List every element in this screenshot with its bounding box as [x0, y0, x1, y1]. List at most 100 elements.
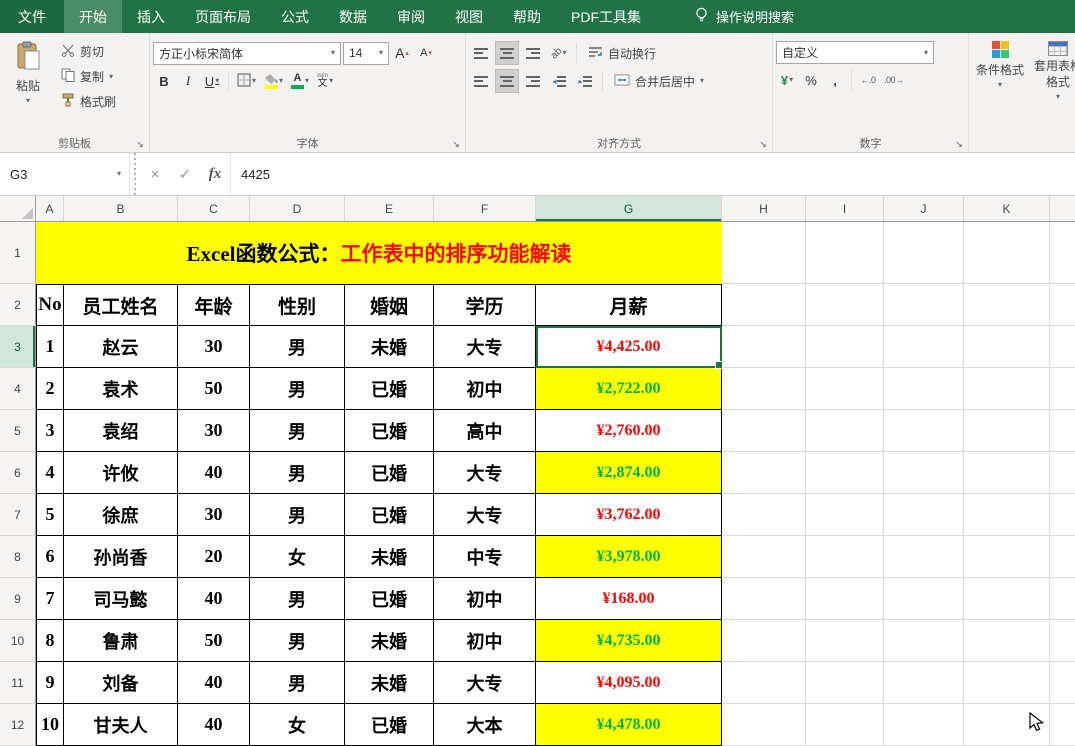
header-cell-学历[interactable]: 学历: [434, 284, 536, 326]
cell-L9[interactable]: [1050, 578, 1075, 620]
tab-公式[interactable]: 公式: [266, 0, 324, 33]
cell-D9[interactable]: 男: [250, 578, 345, 620]
align-left-icon[interactable]: [469, 69, 493, 93]
row-header-11[interactable]: 11: [0, 662, 36, 704]
cell-A12[interactable]: 10: [36, 704, 64, 746]
cell-A6[interactable]: 4: [36, 452, 64, 494]
tab-页面布局[interactable]: 页面布局: [180, 0, 266, 33]
cell-K10[interactable]: [964, 620, 1050, 662]
row-header-6[interactable]: 6: [0, 452, 36, 494]
column-header-D[interactable]: D: [250, 196, 345, 221]
cell-A7[interactable]: 5: [36, 494, 64, 536]
font-size-combo[interactable]: 14 ▾: [343, 41, 389, 65]
cell-F6[interactable]: 大专: [434, 452, 536, 494]
cell-L1[interactable]: [1050, 222, 1075, 284]
row-header-1[interactable]: 1: [0, 222, 36, 284]
cell-H5[interactable]: [722, 410, 806, 452]
phonetic-guide-button[interactable]: wén 文 ▾: [314, 69, 336, 93]
italic-button[interactable]: I: [177, 69, 199, 93]
header-cell-No[interactable]: No: [36, 284, 64, 326]
font-name-combo[interactable]: 方正小标宋简体 ▾: [153, 41, 341, 65]
cell-J10[interactable]: [884, 620, 964, 662]
cell-K1[interactable]: [964, 222, 1050, 284]
formula-bar-resize-handle[interactable]: [130, 153, 140, 195]
cell-F12[interactable]: 大本: [434, 704, 536, 746]
cell-C7[interactable]: 30: [178, 494, 250, 536]
cell-G8[interactable]: ¥3,978.00: [536, 536, 722, 578]
bold-button[interactable]: B: [153, 69, 175, 93]
name-box[interactable]: G3 ▾: [0, 153, 130, 195]
column-header-partial[interactable]: [1050, 196, 1075, 221]
cell-H1[interactable]: [722, 222, 806, 284]
grow-font-button[interactable]: A ▴: [391, 41, 413, 65]
cell-L2[interactable]: [1050, 284, 1075, 326]
cell-K5[interactable]: [964, 410, 1050, 452]
row-header-9[interactable]: 9: [0, 578, 36, 620]
cell-H8[interactable]: [722, 536, 806, 578]
cell-G7[interactable]: ¥3,762.00: [536, 494, 722, 536]
header-cell-性别[interactable]: 性别: [250, 284, 345, 326]
cell-G12[interactable]: ¥4,478.00: [536, 704, 722, 746]
cell-J12[interactable]: [884, 704, 964, 746]
cell-K7[interactable]: [964, 494, 1050, 536]
cell-I3[interactable]: [806, 326, 884, 368]
cell-F5[interactable]: 高中: [434, 410, 536, 452]
formula-confirm-button[interactable]: ✓: [170, 153, 200, 195]
cell-E9[interactable]: 已婚: [345, 578, 434, 620]
column-header-J[interactable]: J: [884, 196, 964, 221]
cell-L4[interactable]: [1050, 368, 1075, 410]
cell-J6[interactable]: [884, 452, 964, 494]
title-banner[interactable]: Excel函数公式： 工作表中的排序功能解读: [36, 222, 722, 284]
column-header-C[interactable]: C: [178, 196, 250, 221]
cell-A4[interactable]: 2: [36, 368, 64, 410]
cell-B11[interactable]: 刘备: [64, 662, 178, 704]
cell-I9[interactable]: [806, 578, 884, 620]
name-box-dropdown-icon[interactable]: ▾: [117, 170, 121, 178]
cell-E11[interactable]: 未婚: [345, 662, 434, 704]
clipboard-dialog-launcher[interactable]: ↘: [134, 137, 146, 149]
wrap-text-button[interactable]: 自动换行: [582, 41, 662, 65]
cell-C10[interactable]: 50: [178, 620, 250, 662]
conditional-formatting-button[interactable]: 条件格式 ▾: [972, 36, 1028, 89]
cell-K3[interactable]: [964, 326, 1050, 368]
cell-A5[interactable]: 3: [36, 410, 64, 452]
cell-F9[interactable]: 初中: [434, 578, 536, 620]
cell-I4[interactable]: [806, 368, 884, 410]
cell-G4[interactable]: ¥2,722.00: [536, 368, 722, 410]
percent-style-button[interactable]: %: [800, 68, 822, 92]
cell-I10[interactable]: [806, 620, 884, 662]
cell-C8[interactable]: 20: [178, 536, 250, 578]
fill-color-button[interactable]: ▾: [261, 69, 286, 93]
insert-function-button[interactable]: fx: [200, 153, 230, 195]
cell-J3[interactable]: [884, 326, 964, 368]
font-dialog-launcher[interactable]: ↘: [450, 137, 462, 149]
cell-I6[interactable]: [806, 452, 884, 494]
cell-K4[interactable]: [964, 368, 1050, 410]
cell-L11[interactable]: [1050, 662, 1075, 704]
cell-B3[interactable]: 赵云: [64, 326, 178, 368]
decrease-decimal-button[interactable]: .00→: [881, 68, 907, 92]
tab-文件[interactable]: 文件: [0, 0, 64, 33]
cell-H6[interactable]: [722, 452, 806, 494]
row-header-8[interactable]: 8: [0, 536, 36, 578]
cell-B7[interactable]: 徐庶: [64, 494, 178, 536]
tab-帮助[interactable]: 帮助: [498, 0, 556, 33]
cell-G6[interactable]: ¥2,874.00: [536, 452, 722, 494]
cell-I5[interactable]: [806, 410, 884, 452]
row-header-5[interactable]: 5: [0, 410, 36, 452]
column-header-E[interactable]: E: [345, 196, 434, 221]
tell-me-search[interactable]: 操作说明搜索: [694, 0, 794, 33]
cell-L3[interactable]: [1050, 326, 1075, 368]
cell-E6[interactable]: 已婚: [345, 452, 434, 494]
cell-D3[interactable]: 男: [250, 326, 345, 368]
cell-J7[interactable]: [884, 494, 964, 536]
formula-cancel-button[interactable]: ×: [140, 153, 170, 195]
cell-I12[interactable]: [806, 704, 884, 746]
cell-K2[interactable]: [964, 284, 1050, 326]
bottom-align-icon[interactable]: [521, 41, 545, 65]
cell-D12[interactable]: 女: [250, 704, 345, 746]
copy-dropdown-icon[interactable]: ▾: [109, 72, 113, 81]
cell-J2[interactable]: [884, 284, 964, 326]
cell-K8[interactable]: [964, 536, 1050, 578]
cell-E8[interactable]: 未婚: [345, 536, 434, 578]
